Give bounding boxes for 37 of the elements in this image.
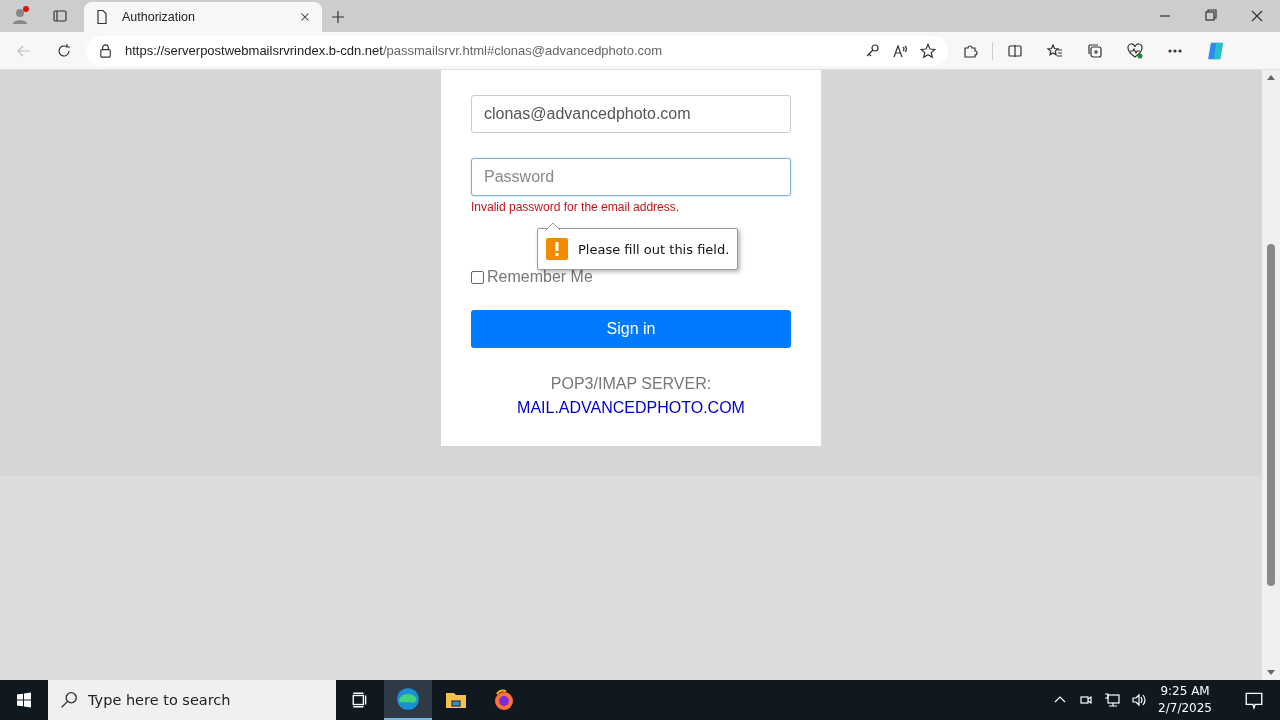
firefox-icon[interactable] — [492, 688, 516, 712]
task-view-icon[interactable] — [351, 691, 369, 709]
favorites-icon[interactable] — [1047, 42, 1063, 59]
server-link[interactable]: MAIL.ADVANCEDPHOTO.COM — [471, 399, 791, 417]
taskbar-search[interactable]: Type here to search — [48, 680, 336, 720]
scrollbar[interactable] — [1262, 70, 1280, 680]
split-screen-icon[interactable] — [1007, 42, 1023, 59]
password-field[interactable]: Password — [471, 158, 791, 196]
remember-label: Remember Me — [487, 268, 593, 286]
browser-tab[interactable]: Authorization — [84, 2, 322, 32]
scrollbar-thumb[interactable] — [1267, 244, 1275, 586]
network-icon[interactable] — [1104, 692, 1121, 708]
error-message: Invalid password for the email address. — [471, 200, 681, 214]
tooltip-text: Please fill out this field. — [578, 241, 730, 257]
scroll-up-icon[interactable] — [1267, 74, 1275, 80]
server-label: POP3/IMAP SERVER: — [549, 375, 713, 393]
new-tab-icon[interactable] — [330, 9, 346, 25]
key-icon[interactable] — [864, 42, 880, 59]
refresh-icon[interactable] — [56, 42, 72, 59]
volume-icon[interactable] — [1130, 692, 1149, 708]
tab-actions-icon[interactable] — [52, 8, 68, 24]
email-field[interactable]: clonas@advancedphoto.com — [471, 95, 791, 133]
warning-icon — [546, 238, 568, 260]
taskbar-clock[interactable]: 9:25 AM 2/7/2025 — [1158, 683, 1212, 717]
notifications-icon[interactable] — [1244, 690, 1264, 710]
remember-checkbox[interactable] — [471, 270, 484, 284]
sign-in-button[interactable]: Sign in — [471, 310, 791, 348]
page-icon — [94, 9, 110, 25]
edge-icon[interactable] — [395, 686, 421, 712]
search-icon — [60, 691, 78, 709]
scroll-down-icon[interactable] — [1267, 670, 1275, 676]
health-icon[interactable] — [1127, 42, 1143, 59]
windows-icon[interactable] — [16, 692, 32, 708]
lock-icon — [98, 43, 113, 58]
read-aloud-icon[interactable] — [892, 42, 908, 59]
collections-icon[interactable] — [1087, 42, 1103, 59]
star-icon[interactable] — [920, 42, 936, 59]
